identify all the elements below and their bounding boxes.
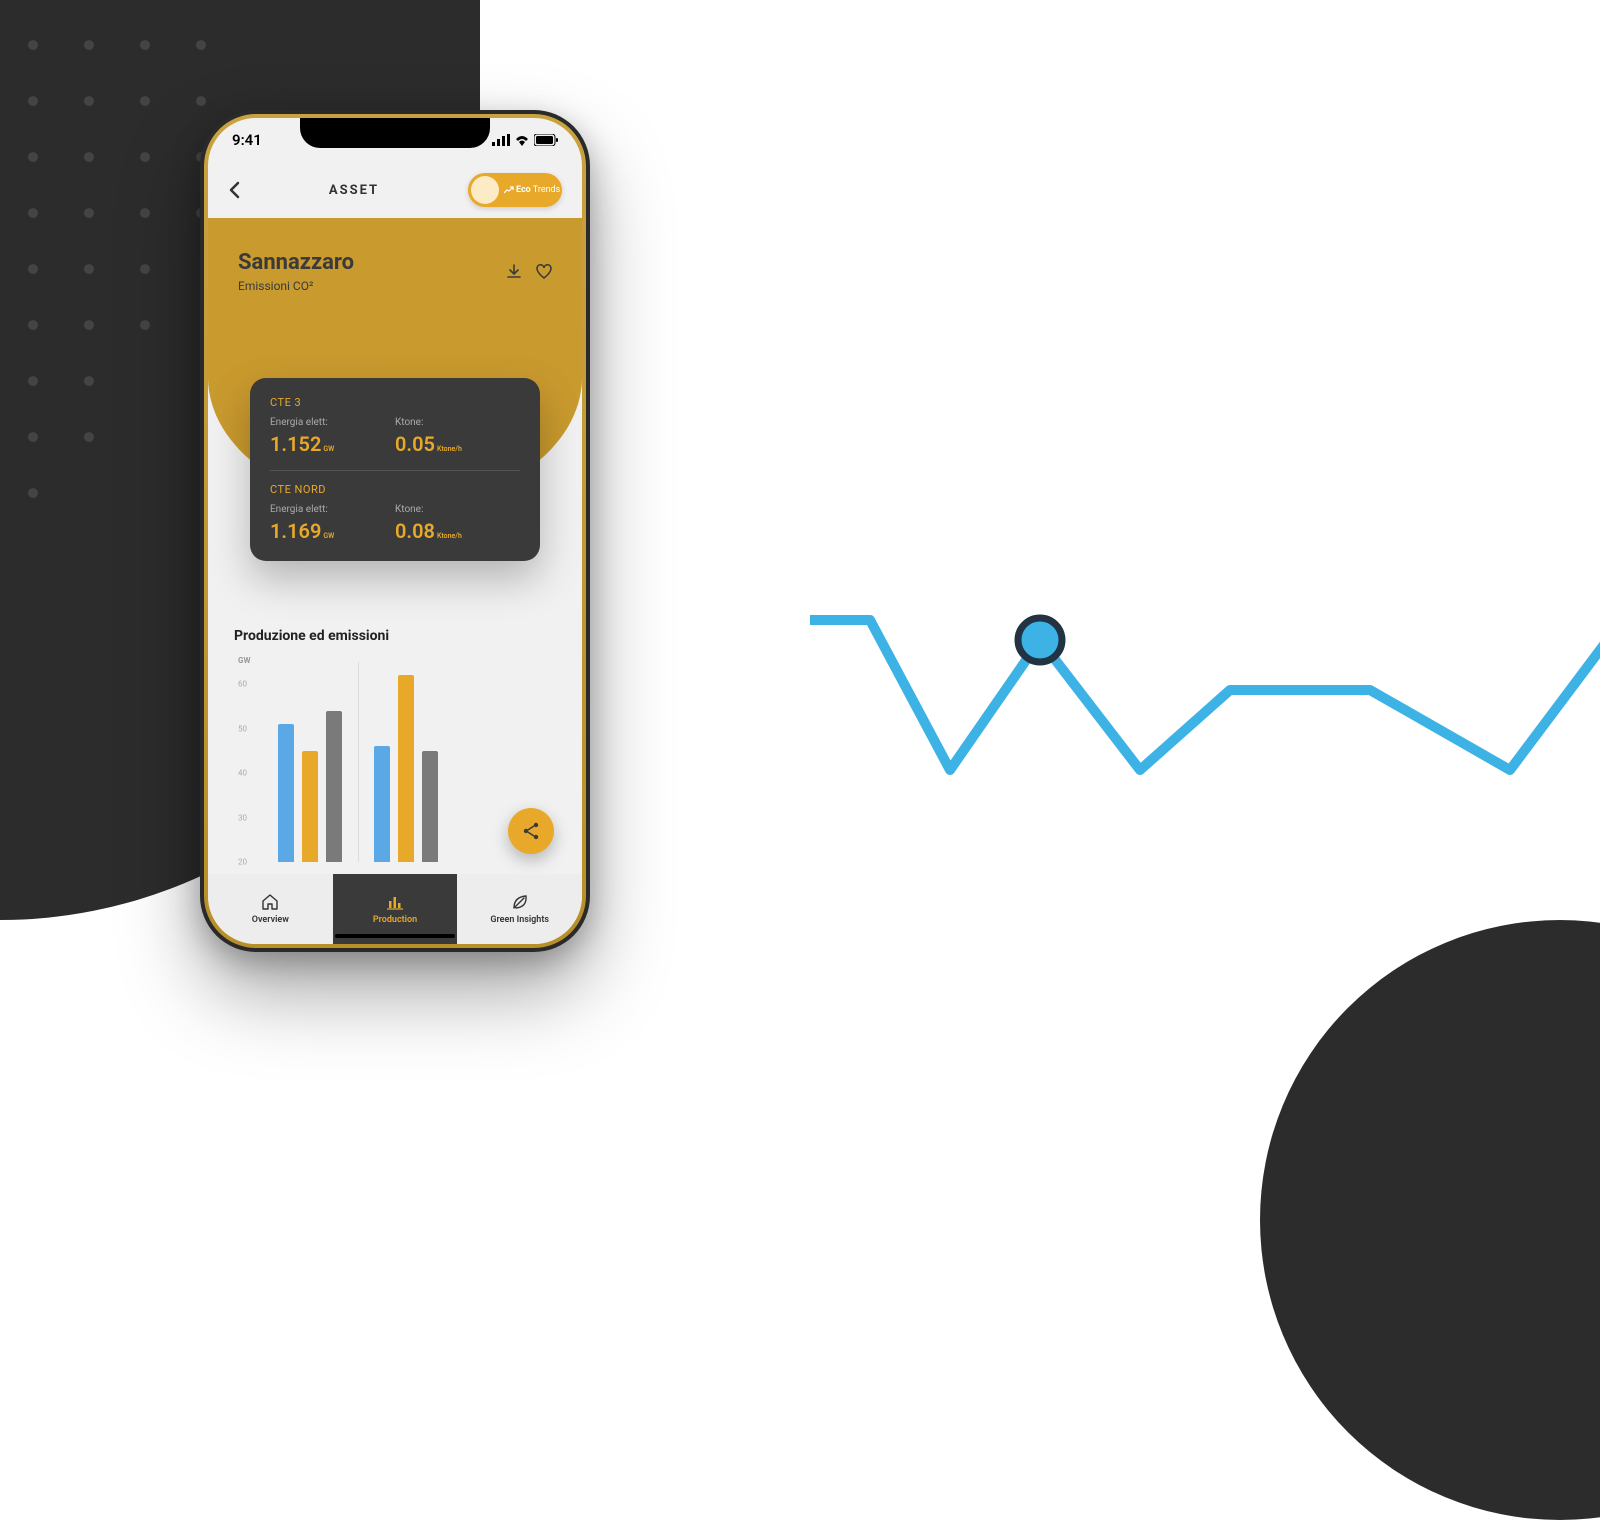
bg-shape-bottom-right [1260,920,1600,1520]
nav-bar: ASSET Eco Trends [208,162,582,218]
card-divider [270,470,520,471]
bar-group [374,675,438,862]
heart-icon [536,264,552,280]
share-icon [521,821,541,841]
battery-icon [534,134,558,146]
decorative-dot-grid [28,40,228,540]
download-button[interactable] [506,264,522,280]
phone-mockup: 9:41 ASSET Eco Trends [200,110,590,952]
asset-title: Sannazzaro [238,250,354,275]
bar-chart-icon [386,893,404,911]
ktone-label: Ktone: [395,504,520,515]
home-icon [261,893,279,911]
energy-value: 1.169GW [270,519,395,543]
favorite-button[interactable] [536,264,552,280]
trend-up-icon [504,186,514,194]
section-name: CTE 3 [270,396,520,409]
section-name: CTE NORD [270,483,520,496]
decorative-sparkline [810,590,1600,850]
chart-ylabel: GW [238,656,250,665]
back-button[interactable] [228,181,240,199]
device-notch [300,118,490,148]
chart-title: Produzione ed emissioni [234,628,556,644]
ktone-value: 0.05Ktone/h [395,432,520,456]
asset-subtitle: Emissioni CO² [238,279,354,293]
home-indicator[interactable] [335,934,455,938]
chart-tick: 60 [238,680,247,689]
toggle-label: Eco Trends [504,185,560,195]
cellular-icon [492,134,510,146]
leaf-icon [511,893,529,911]
energy-value: 1.152GW [270,432,395,456]
share-fab[interactable] [508,808,554,854]
toggle-knob [471,176,499,204]
tab-green-insights[interactable]: Green Insights [457,874,582,944]
status-time: 9:41 [232,131,262,149]
ktone-value: 0.08Ktone/h [395,519,520,543]
energy-label: Energia elett: [270,504,395,515]
tab-label: Green Insights [490,915,549,925]
bar [326,711,342,862]
tab-label: Production [373,915,417,925]
chart-tick: 50 [238,724,247,733]
ktone-label: Ktone: [395,417,520,428]
chart-tick: 40 [238,769,247,778]
metrics-card: CTE 3 Energia elett: 1.152GW Ktone: 0.05… [250,378,540,561]
bar [278,724,294,862]
app-screen: 9:41 ASSET Eco Trends [208,118,582,944]
nav-title: ASSET [329,183,379,198]
bar [302,751,318,862]
bar [398,675,414,862]
card-section-cte3: CTE 3 Energia elett: 1.152GW Ktone: 0.05… [270,396,520,456]
bar-group [278,711,342,862]
eco-trends-toggle[interactable]: Eco Trends [468,173,562,207]
wifi-icon [514,134,530,146]
chart-tick: 30 [238,813,247,822]
bar [374,746,390,862]
download-icon [506,264,522,280]
tab-overview[interactable]: Overview [208,874,333,944]
tab-label: Overview [252,915,289,925]
card-section-ctenord: CTE NORD Energia elett: 1.169GW Ktone: 0… [270,483,520,543]
chart-tick: 20 [238,858,247,867]
chevron-left-icon [228,181,240,199]
energy-label: Energia elett: [270,417,395,428]
bar [422,751,438,862]
